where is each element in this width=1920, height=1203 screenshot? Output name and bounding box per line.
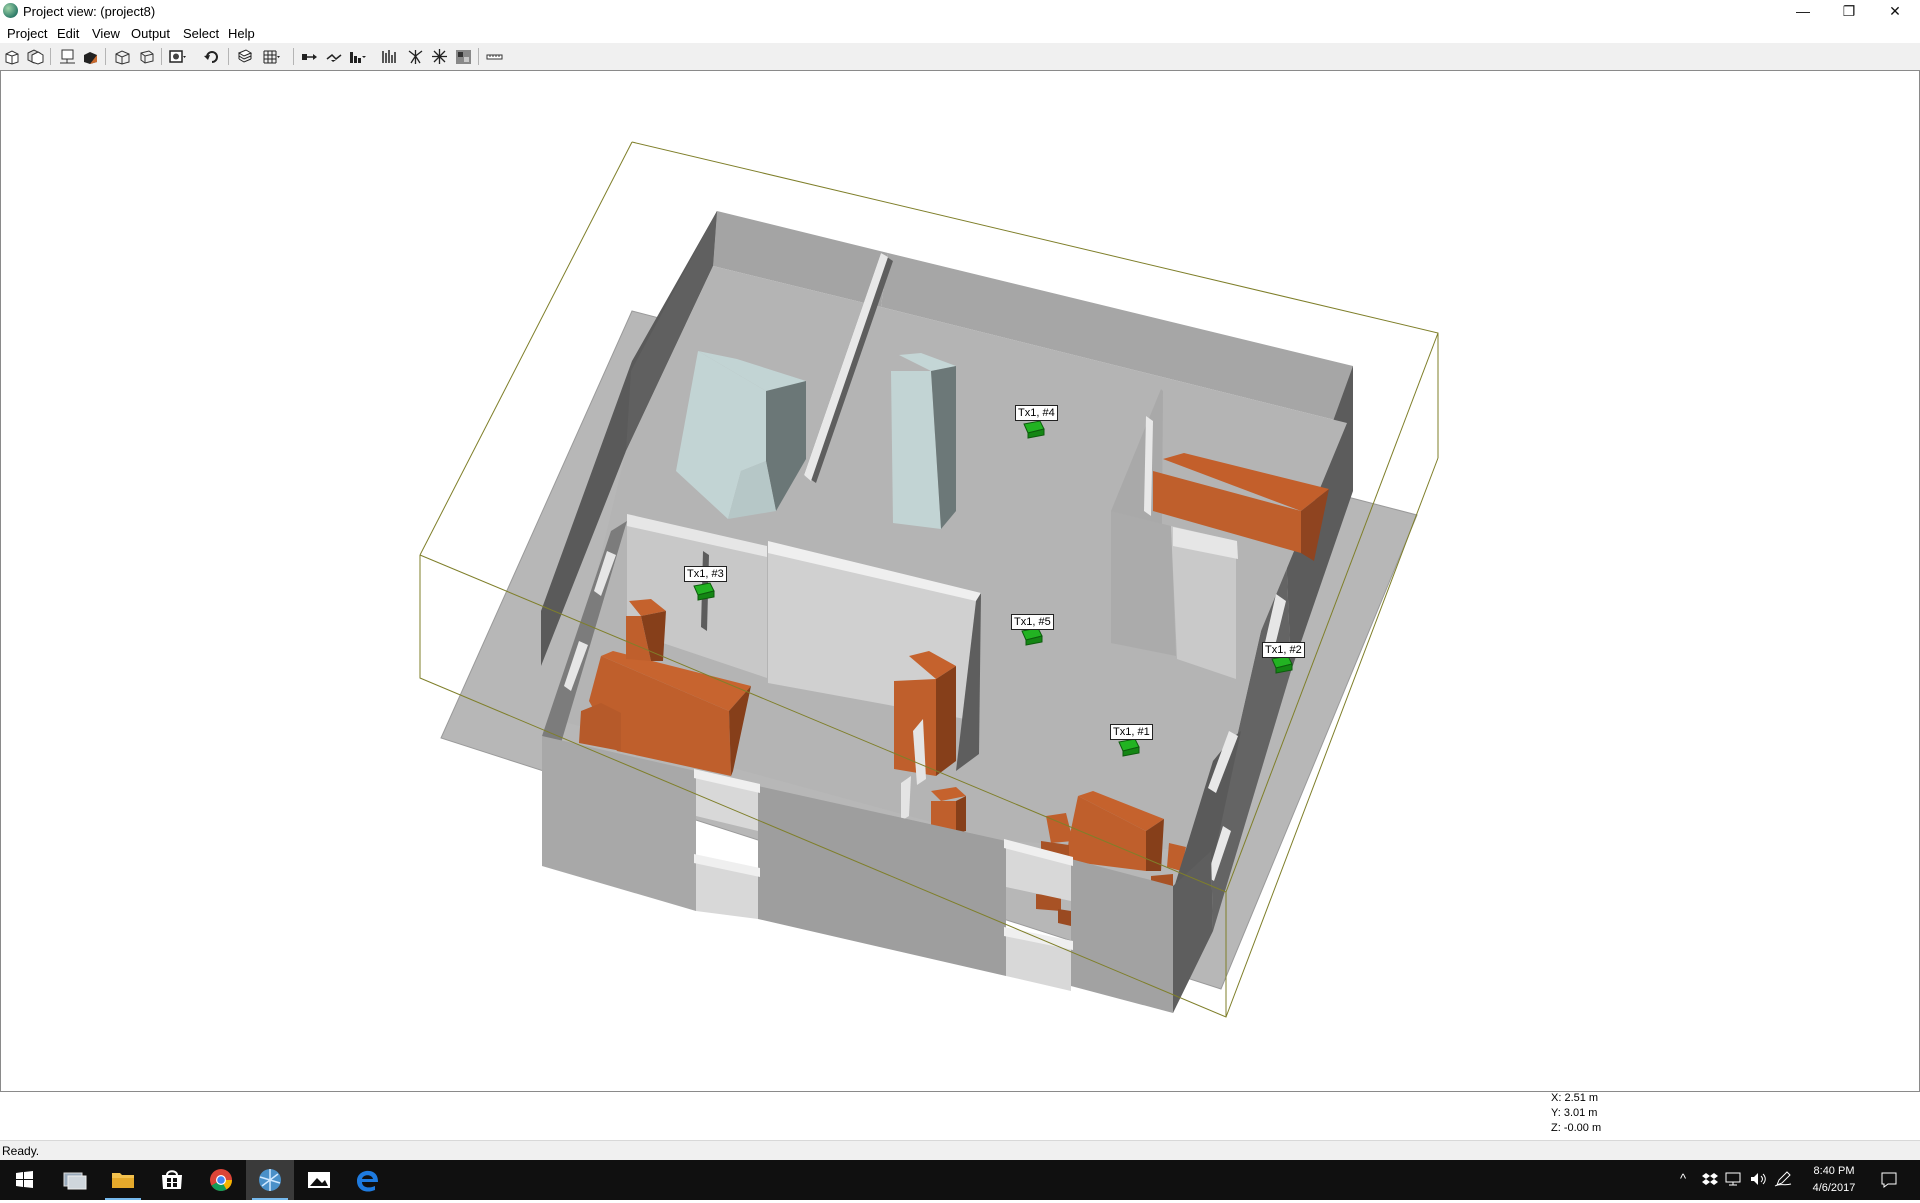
coord-y: Y: 3.01 m (1551, 1107, 1598, 1119)
menu-project[interactable]: Project (7, 26, 47, 41)
status-bar: Ready. (0, 1140, 1920, 1160)
perspective-icon[interactable] (137, 47, 156, 66)
tx-label-3[interactable]: Tx1, #3 (684, 566, 727, 582)
clock-date: 4/6/2017 (1812, 1182, 1856, 1194)
start-icon[interactable] (0, 1160, 48, 1200)
title-bar: Project view: (project8) — ❐ ✕ (0, 0, 1920, 23)
menu-bar: Project Edit View Output Select Help (0, 23, 1920, 43)
menu-help[interactable]: Help (228, 26, 255, 41)
signal-icon[interactable] (380, 47, 399, 66)
store-icon[interactable] (148, 1160, 196, 1200)
tray-volume-icon[interactable] (1750, 1171, 1768, 1190)
task-view-icon[interactable] (50, 1160, 98, 1200)
restore-button[interactable]: ❐ (1826, 0, 1872, 23)
rotate-icon[interactable] (203, 47, 222, 66)
file-explorer-icon[interactable] (99, 1160, 147, 1200)
menu-output[interactable]: Output (131, 26, 170, 41)
minimize-button[interactable]: — (1780, 0, 1826, 23)
toolbar (0, 43, 1920, 71)
close-button[interactable]: ✕ (1872, 0, 1918, 23)
solid-view-icon[interactable] (81, 47, 100, 66)
menu-view[interactable]: View (92, 26, 120, 41)
tray-pen-icon[interactable] (1774, 1171, 1792, 1190)
new-project-icon[interactable] (3, 47, 22, 66)
project-viewport[interactable]: Tx1, #4 Tx1, #3 Tx1, #5 Tx1, #2 Tx1, #1 (0, 70, 1920, 1092)
tx-label-5[interactable]: Tx1, #5 (1011, 614, 1054, 630)
front-wall-right (1071, 859, 1173, 1013)
wireframe-icon[interactable] (113, 47, 132, 66)
tx-label-2[interactable]: Tx1, #2 (1262, 642, 1305, 658)
tray-dropbox-icon[interactable] (1702, 1171, 1718, 1190)
right-room-wall-face (1111, 511, 1176, 656)
tx-label-1[interactable]: Tx1, #1 (1110, 724, 1153, 740)
terrain-icon[interactable] (454, 47, 473, 66)
stool-side (956, 796, 966, 833)
clock-time: 8:40 PM (1813, 1165, 1855, 1177)
building-3d-scene[interactable] (1, 71, 1919, 1091)
counter-side (936, 666, 956, 776)
window-title: Project view: (project8) (23, 4, 156, 19)
open-project-icon[interactable] (26, 47, 45, 66)
layers-icon[interactable] (235, 47, 254, 66)
action-center-icon[interactable] (1880, 1171, 1898, 1192)
tray-chevron-icon[interactable]: ^ (1680, 1171, 1686, 1186)
ruler-icon[interactable] (485, 47, 504, 66)
bedside-table (579, 703, 621, 751)
grid-icon[interactable] (262, 47, 281, 66)
app-globe-icon[interactable] (3, 3, 18, 18)
tray-network-icon[interactable] (1725, 1171, 1743, 1190)
menu-edit[interactable]: Edit (57, 26, 79, 41)
edge-icon[interactable] (344, 1160, 392, 1200)
starburst-icon[interactable] (430, 47, 449, 66)
tx-label-4[interactable]: Tx1, #4 (1015, 405, 1058, 421)
status-text: Ready. (2, 1144, 40, 1158)
route-icon[interactable] (325, 47, 344, 66)
coord-x: X: 2.51 m (1551, 1092, 1599, 1104)
antenna-icon[interactable] (406, 47, 425, 66)
taskbar-clock[interactable]: 8:40 PM 4/6/2017 (1798, 1163, 1870, 1197)
camera-icon[interactable] (168, 47, 187, 66)
transmitter-arrow-icon[interactable] (300, 47, 319, 66)
windows-taskbar: ^ 8:40 PM 4/6/2017 (0, 1160, 1920, 1200)
save-view-icon[interactable] (58, 47, 77, 66)
wireless-insite-icon[interactable] (246, 1160, 294, 1200)
coordinate-readout: X: 2.51 m Y: 3.01 m Z: -0.00 m (1551, 1091, 1601, 1136)
chrome-icon[interactable] (197, 1160, 245, 1200)
photos-icon[interactable] (295, 1160, 343, 1200)
menu-select[interactable]: Select (183, 26, 219, 41)
coord-z: Z: -0.00 m (1551, 1122, 1602, 1134)
bar-chart-icon[interactable] (348, 47, 367, 66)
